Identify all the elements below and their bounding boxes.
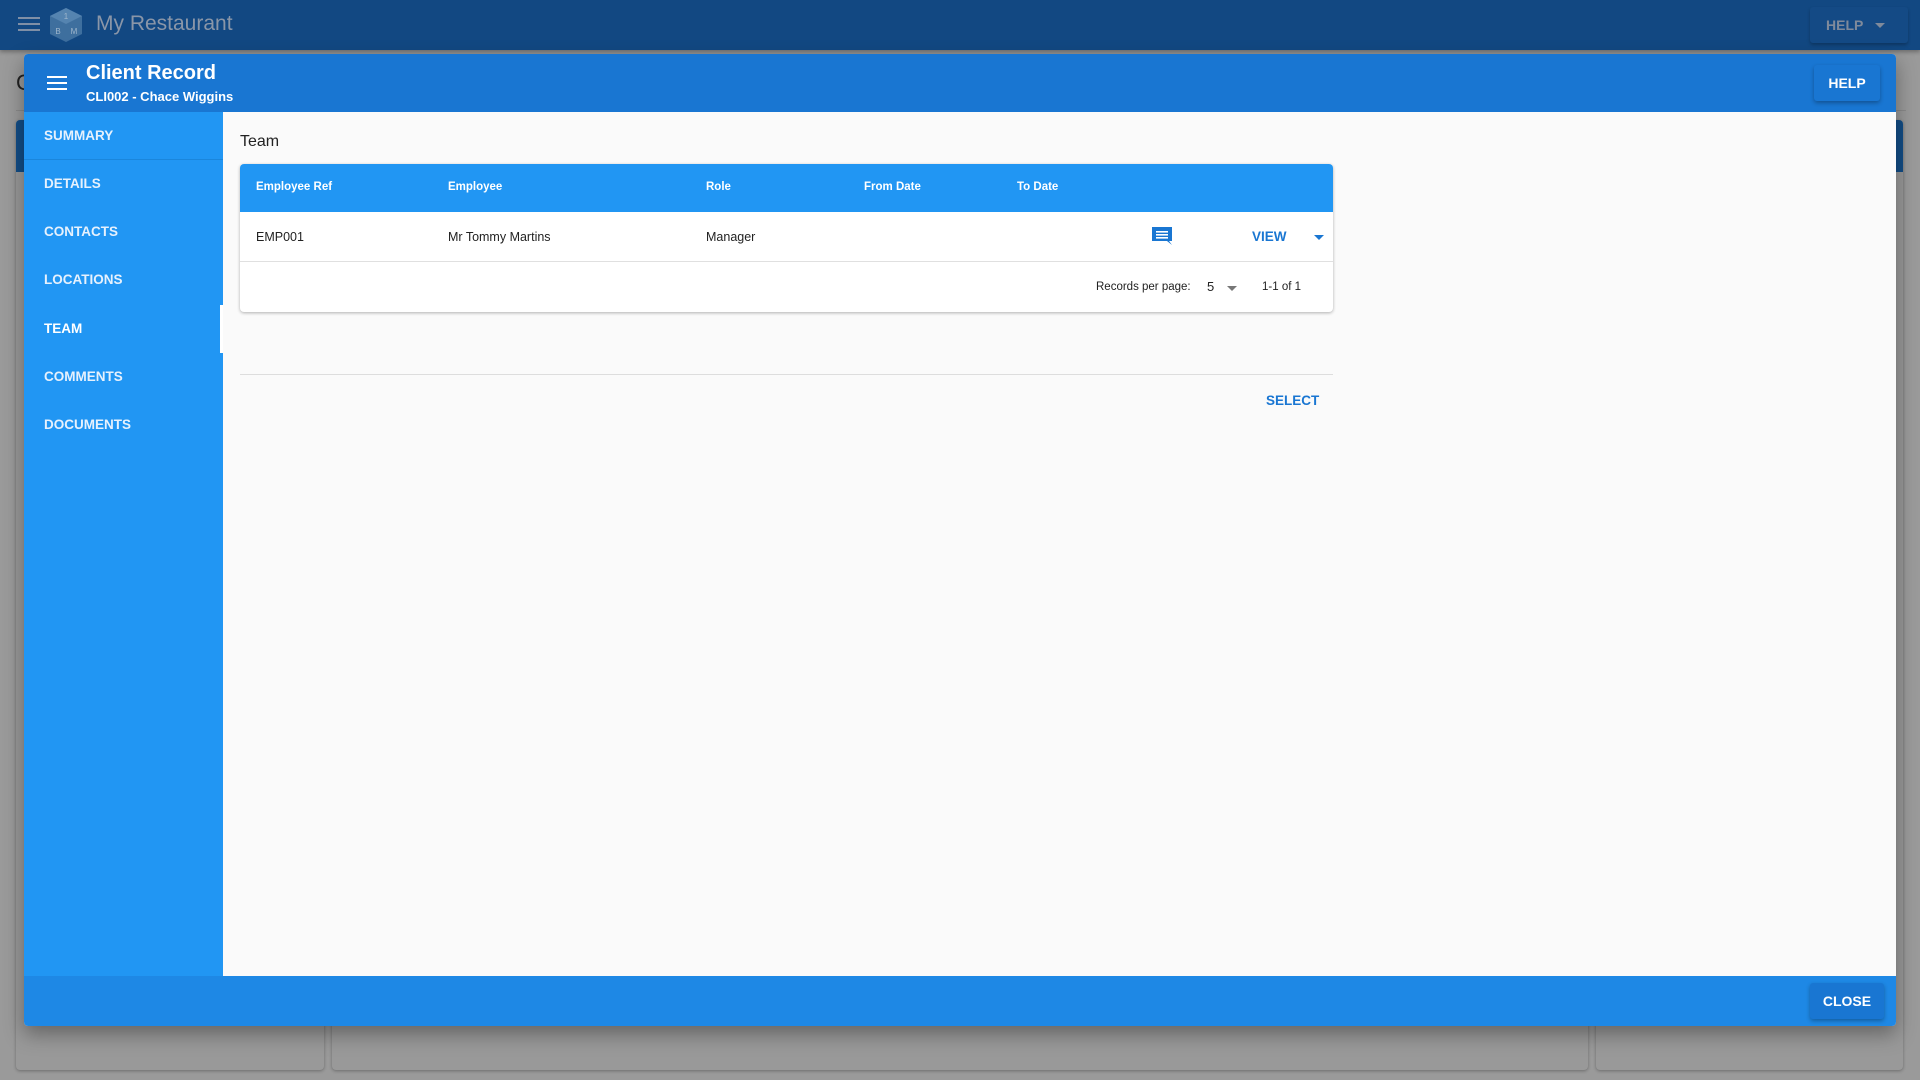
- column-header-role[interactable]: Role: [706, 181, 731, 193]
- dialog-header: Client Record CLI002 - Chace Wiggins HEL…: [24, 54, 1896, 112]
- app-bar: 1 B M My Restaurant HELP: [0, 0, 1920, 50]
- table-header: Employee Ref Employee Role From Date To …: [240, 164, 1333, 212]
- help-label: HELP: [1826, 17, 1864, 33]
- sidebar-item-documents[interactable]: DOCUMENTS: [24, 401, 223, 449]
- sidebar-item-team[interactable]: TEAM: [24, 305, 223, 353]
- svg-text:M: M: [71, 27, 78, 36]
- cell-role: Manager: [706, 230, 756, 244]
- sidebar-item-comments[interactable]: COMMENTS: [24, 353, 223, 401]
- divider: [240, 374, 1333, 375]
- hamburger-menu-icon[interactable]: [47, 76, 67, 92]
- sidebar-item-label: COMMENTS: [44, 369, 123, 384]
- table-row: EMP001 Mr Tommy Martins Manager VIEW: [240, 212, 1333, 262]
- dialog-footer: CLOSE: [24, 976, 1896, 1026]
- records-per-page-label: Records per page:: [1096, 281, 1191, 293]
- section-title: Team: [240, 133, 280, 150]
- client-record-dialog: Client Record CLI002 - Chace Wiggins HEL…: [24, 54, 1896, 1026]
- close-button[interactable]: CLOSE: [1810, 983, 1884, 1019]
- chevron-down-icon[interactable]: [1227, 286, 1237, 291]
- cube-logo-icon: 1 B M: [50, 8, 82, 42]
- sidebar-nav: SUMMARY DETAILS CONTACTS LOCATIONS TEAM …: [24, 112, 223, 976]
- sidebar-item-label: TEAM: [44, 321, 83, 336]
- column-header-employee[interactable]: Employee: [448, 181, 502, 193]
- team-panel: Team Employee Ref Employee Role From Dat…: [223, 112, 1896, 976]
- sidebar-item-label: LOCATIONS: [44, 272, 123, 287]
- records-per-page-select[interactable]: 5: [1207, 279, 1214, 294]
- cell-employee-ref: EMP001: [256, 230, 304, 244]
- view-button[interactable]: VIEW: [1252, 229, 1287, 244]
- dialog-title: Client Record: [86, 62, 217, 84]
- comment-icon[interactable]: [1151, 226, 1173, 246]
- select-button[interactable]: SELECT: [1266, 393, 1319, 408]
- svg-text:B: B: [55, 27, 60, 36]
- column-header-to-date[interactable]: To Date: [1017, 181, 1058, 193]
- help-menu-button[interactable]: HELP: [1810, 7, 1908, 43]
- sidebar-item-label: SUMMARY: [44, 128, 114, 143]
- sidebar-item-contacts[interactable]: CONTACTS: [24, 208, 223, 256]
- column-header-employee-ref[interactable]: Employee Ref: [256, 181, 332, 193]
- pagination-range: 1-1 of 1: [1262, 281, 1301, 293]
- cell-employee: Mr Tommy Martins: [448, 230, 551, 244]
- app-title: My Restaurant: [96, 12, 233, 35]
- sidebar-item-details[interactable]: DETAILS: [24, 160, 223, 208]
- sidebar-item-summary[interactable]: SUMMARY: [24, 112, 223, 160]
- svg-text:1: 1: [64, 12, 69, 21]
- chevron-down-icon[interactable]: [1314, 235, 1324, 240]
- hamburger-menu-icon[interactable]: [18, 14, 40, 34]
- sidebar-item-label: CONTACTS: [44, 224, 118, 239]
- sidebar-item-locations[interactable]: LOCATIONS: [24, 256, 223, 304]
- chevron-down-icon: [1875, 23, 1885, 28]
- sidebar-item-label: DOCUMENTS: [44, 417, 131, 432]
- table-pagination: Records per page: 5 1-1 of 1: [240, 262, 1333, 312]
- column-header-from-date[interactable]: From Date: [864, 181, 921, 193]
- help-button[interactable]: HELP: [1814, 65, 1880, 101]
- team-table: Employee Ref Employee Role From Date To …: [240, 164, 1333, 312]
- sidebar-item-label: DETAILS: [44, 176, 101, 191]
- dialog-subtitle: CLI002 - Chace Wiggins: [86, 89, 234, 104]
